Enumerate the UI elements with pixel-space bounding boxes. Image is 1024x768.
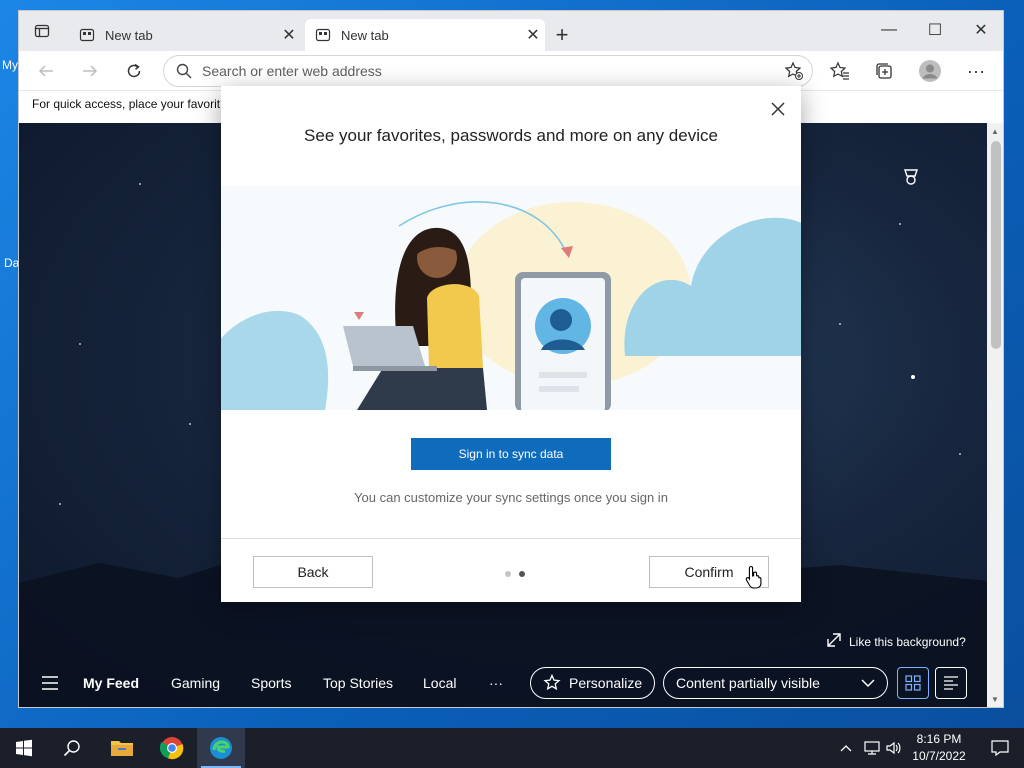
maximize-button[interactable]: ☐ [913, 15, 957, 45]
more-options-icon[interactable]: ··· [961, 57, 991, 85]
page-dot-2 [519, 571, 525, 577]
favorites-icon[interactable] [825, 57, 855, 85]
sync-illustration [221, 186, 801, 410]
like-background-link[interactable]: Like this background? [827, 633, 966, 650]
dialog-title: See your favorites, passwords and more o… [304, 126, 718, 145]
dialog-subtitle: You can customize your sync settings onc… [354, 490, 668, 505]
list-icon [944, 676, 958, 690]
desktop-label-top[interactable]: My [2, 58, 18, 72]
minimize-button[interactable]: — [867, 15, 911, 45]
rewards-icon[interactable] [901, 167, 921, 192]
grid-layout-button[interactable] [897, 667, 929, 699]
content-visibility-value: Content partially visible [676, 675, 820, 691]
toolbar: Search or enter web address ··· [19, 51, 1003, 91]
new-tab-button[interactable]: + [547, 21, 577, 49]
refresh-icon[interactable] [119, 57, 149, 85]
personalize-label: Personalize [569, 675, 643, 691]
clock-time[interactable]: 8:16 PM [906, 732, 972, 746]
tab-new-tab-1[interactable]: New tab ✕ [69, 19, 301, 51]
forward-arrow-icon[interactable] [75, 57, 105, 85]
personalize-button[interactable]: Personalize [530, 667, 655, 699]
sync-dialog: See your favorites, passwords and more o… [221, 86, 801, 602]
hand-cursor-icon [745, 565, 763, 594]
edge-icon[interactable] [197, 728, 245, 768]
scrollbar-thumb[interactable] [991, 141, 1001, 349]
dialog-close-icon[interactable] [765, 96, 791, 122]
like-background-text: Like this background? [849, 634, 966, 649]
scroll-up-icon[interactable]: ▲ [991, 127, 999, 136]
feed-tab-local[interactable]: Local [423, 675, 456, 691]
chevron-up-icon[interactable] [832, 728, 860, 768]
tab-actions-icon[interactable] [27, 17, 57, 45]
sign-in-sync-button[interactable]: Sign in to sync data [411, 438, 611, 470]
content-visibility-dropdown[interactable]: Content partially visible [663, 667, 888, 699]
feed-tab-sports[interactable]: Sports [251, 675, 291, 691]
tab-new-tab-2[interactable]: New tab ✕ [305, 19, 545, 51]
tab-close-icon[interactable]: ✕ [277, 25, 301, 45]
title-bar: New tab ✕ New tab ✕ + — ☐ ✕ [19, 11, 1003, 51]
page-dot-1 [505, 571, 511, 577]
search-icon[interactable] [48, 728, 96, 768]
add-favorite-icon[interactable] [784, 61, 804, 81]
feed-tab-gaming[interactable]: Gaming [171, 675, 220, 691]
file-explorer-icon[interactable] [98, 728, 146, 768]
expand-icon [827, 633, 841, 650]
dialog-footer: Back Confirm [221, 538, 801, 602]
volume-icon[interactable] [880, 728, 908, 768]
clock-date[interactable]: 10/7/2022 [906, 749, 972, 763]
address-placeholder: Search or enter web address [202, 63, 382, 79]
list-layout-button[interactable] [935, 667, 967, 699]
tab-close-icon[interactable]: ✕ [521, 25, 545, 45]
scroll-down-icon[interactable]: ▼ [991, 695, 999, 704]
menu-icon[interactable] [41, 675, 59, 696]
feed-tab-top-stories[interactable]: Top Stories [323, 675, 393, 691]
address-bar[interactable]: Search or enter web address [163, 55, 813, 87]
chevron-down-icon [861, 678, 875, 688]
feed-bar: My Feed Gaming Sports Top Stories Local … [19, 663, 987, 707]
notification-icon[interactable] [976, 728, 1024, 768]
page-scrollbar[interactable]: ▲ ▼ [987, 123, 1003, 707]
back-button[interactable]: Back [253, 556, 373, 588]
search-icon [176, 63, 192, 79]
grid-icon [905, 675, 921, 691]
new-tab-icon [79, 27, 95, 43]
windows-start-icon[interactable] [0, 728, 48, 768]
more-feeds-icon[interactable]: ··· [489, 675, 503, 691]
tab-label: New tab [105, 27, 153, 43]
new-tab-icon [315, 27, 331, 43]
chrome-icon[interactable] [148, 728, 196, 768]
feed-tab-my-feed[interactable]: My Feed [83, 675, 139, 691]
back-arrow-icon[interactable] [31, 57, 61, 85]
tab-label: New tab [341, 27, 389, 43]
collections-icon[interactable] [869, 57, 899, 85]
taskbar: 8:16 PM 10/7/2022 [0, 728, 1024, 768]
profile-avatar[interactable] [915, 57, 945, 85]
personalize-icon [543, 674, 561, 692]
close-window-button[interactable]: ✕ [959, 15, 1003, 45]
